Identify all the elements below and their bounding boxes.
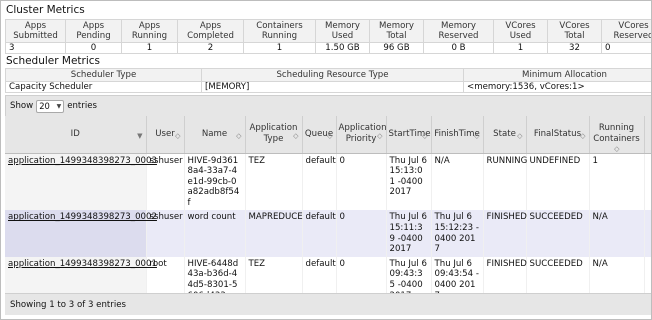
cell-user: sshuser [145, 210, 184, 257]
cell-starttime: Thu Jul 6 15:11:39 -0400 2017 [385, 210, 431, 257]
cell-application-type: MAPREDUCE [244, 210, 303, 257]
page-size-select[interactable]: 20 ▼ [36, 99, 65, 113]
sort-icon: ◇ [517, 132, 523, 140]
value-scheduling-resource-type: [MEMORY] [201, 81, 464, 93]
cell-finishtime: N/A [430, 153, 483, 211]
value-vcores-reserved: 0 [601, 42, 651, 54]
scheduler-metrics-title: Scheduler Metrics [6, 55, 101, 67]
chevron-down-icon: ▼ [56, 102, 62, 110]
sort-icon: ◇ [293, 132, 299, 140]
column-header-starttime[interactable]: StartTime ◇ [385, 116, 431, 154]
value-vcores-total: 32 [547, 42, 602, 54]
cluster-metrics-title: Cluster Metrics [6, 4, 85, 16]
table-length-control: Show 20 ▼ entries [5, 95, 651, 116]
column-header-application-priority[interactable]: Application Priority ◇ [335, 116, 387, 154]
value-apps-submitted: 3 [5, 42, 66, 54]
column-header-user[interactable]: User ◇ [145, 116, 184, 154]
sort-desc-icon: ▼ [137, 132, 143, 140]
value-apps-pending: 0 [65, 42, 122, 54]
sort-icon: ◇ [580, 132, 586, 140]
cell-priority: 0 [335, 153, 386, 211]
cluster-metrics-table: Apps Submitted Apps Pending Apps Running Ap… [5, 19, 651, 54]
application-id-link[interactable]: application_1499348398273_0002 [8, 212, 157, 222]
header-scheduling-resource-type: Scheduling Resource Type [201, 68, 464, 82]
header-memory-used: Memory Used [315, 19, 370, 43]
column-header-overflow [643, 116, 651, 154]
header-vcores-used: VCores Used [493, 19, 548, 43]
cell-user: sshuser [145, 153, 184, 211]
value-vcores-used: 1 [493, 42, 548, 54]
header-minimum-allocation: Minimum Allocation [463, 68, 651, 82]
value-containers-running: 1 [243, 42, 316, 54]
cell-application-type: TEZ [244, 153, 302, 211]
value-memory-used: 1.50 GB [315, 42, 370, 54]
sort-icon: ◇ [422, 132, 428, 140]
cell-starttime: Thu Jul 6 15:13:01 -0400 2017 [385, 153, 431, 211]
header-apps-completed: Apps Completed [177, 19, 244, 43]
sort-icon: ◇ [327, 132, 333, 140]
cell-running-containers: 1 [588, 153, 644, 211]
cell-finishtime: Thu Jul 6 15:12:23 -0400 2017 [430, 210, 483, 257]
cell-name: HIVE-9d3618a4-33a7-4e1d-99cb-0a82adb8f54… [183, 153, 245, 211]
cell-priority: 0 [335, 210, 386, 257]
column-header-queue[interactable]: Queue ◇ [301, 116, 336, 154]
header-scheduler-type: Scheduler Type [5, 68, 202, 82]
value-memory-total: 96 GB [369, 42, 424, 54]
value-apps-running: 1 [121, 42, 178, 54]
applications-table: ID ▼ User ◇ Name ◇ Application Type ◇ Queue ◇ … [5, 116, 651, 314]
cell-queue: default [301, 210, 336, 257]
header-vcores-total: VCores Total [547, 19, 602, 43]
value-memory-reserved: 0 B [423, 42, 494, 54]
table-info-footer: Showing 1 to 3 of 3 entries [5, 293, 651, 315]
cell-name: word count [183, 210, 245, 257]
sort-icon: ◇ [236, 132, 242, 140]
application-id-link[interactable]: application_1499348398273_0003 [8, 156, 157, 166]
header-apps-pending: Apps Pending [65, 19, 122, 43]
header-memory-reserved: Memory Reserved [423, 19, 494, 43]
value-minimum-allocation: <memory:1536, vCores:1> [463, 81, 651, 93]
value-scheduler-type: Capacity Scheduler [5, 81, 202, 93]
sort-icon: ◇ [614, 145, 620, 153]
page-size-value: 20 [39, 101, 50, 111]
column-header-name[interactable]: Name ◇ [183, 116, 245, 154]
header-apps-submitted: Apps Submitted [5, 19, 66, 43]
column-header-running-containers[interactable]: Running Containers ◇ [588, 116, 644, 154]
header-vcores-reserved: VCores Reserved [601, 19, 651, 43]
sort-icon: ◇ [474, 132, 480, 140]
value-apps-completed: 2 [177, 42, 244, 54]
cell-queue: default [301, 153, 336, 211]
column-header-finalstatus[interactable]: FinalStatus ◇ [525, 116, 589, 154]
header-containers-running: Containers Running [243, 19, 316, 43]
show-label: Show [10, 101, 34, 111]
yarn-applications-page: Cluster Metrics Apps Submitted Apps Pendin… [0, 0, 652, 320]
table-info-text: Showing 1 to 3 of 3 entries [10, 299, 126, 310]
header-apps-running: Apps Running [121, 19, 178, 43]
sort-icon: ◇ [377, 132, 383, 140]
table-row: application_1499348398273_0002 sshuser w… [5, 210, 651, 257]
sort-icon: ◇ [175, 132, 181, 140]
table-row: application_1499348398273_0003 sshuser H… [5, 153, 651, 211]
column-header-id[interactable]: ID ▼ [5, 116, 146, 154]
cell-state: FINISHED [482, 210, 527, 257]
cell-finalstatus: UNDEFINED [525, 153, 589, 211]
scheduler-metrics-table: Scheduler Type Scheduling Resource Type … [5, 68, 651, 93]
cell-running-containers: N/A [588, 210, 644, 257]
entries-label: entries [67, 101, 97, 111]
column-header-finishtime[interactable]: FinishTime ◇ [430, 116, 483, 154]
column-header-state[interactable]: State ◇ [482, 116, 526, 154]
column-header-application-type[interactable]: Application Type ◇ [244, 116, 302, 154]
cell-finalstatus: SUCCEEDED [525, 210, 589, 257]
header-memory-total: Memory Total [369, 19, 424, 43]
cell-state: RUNNING [482, 153, 527, 211]
application-id-link[interactable]: application_1499348398273_0001 [8, 259, 157, 269]
